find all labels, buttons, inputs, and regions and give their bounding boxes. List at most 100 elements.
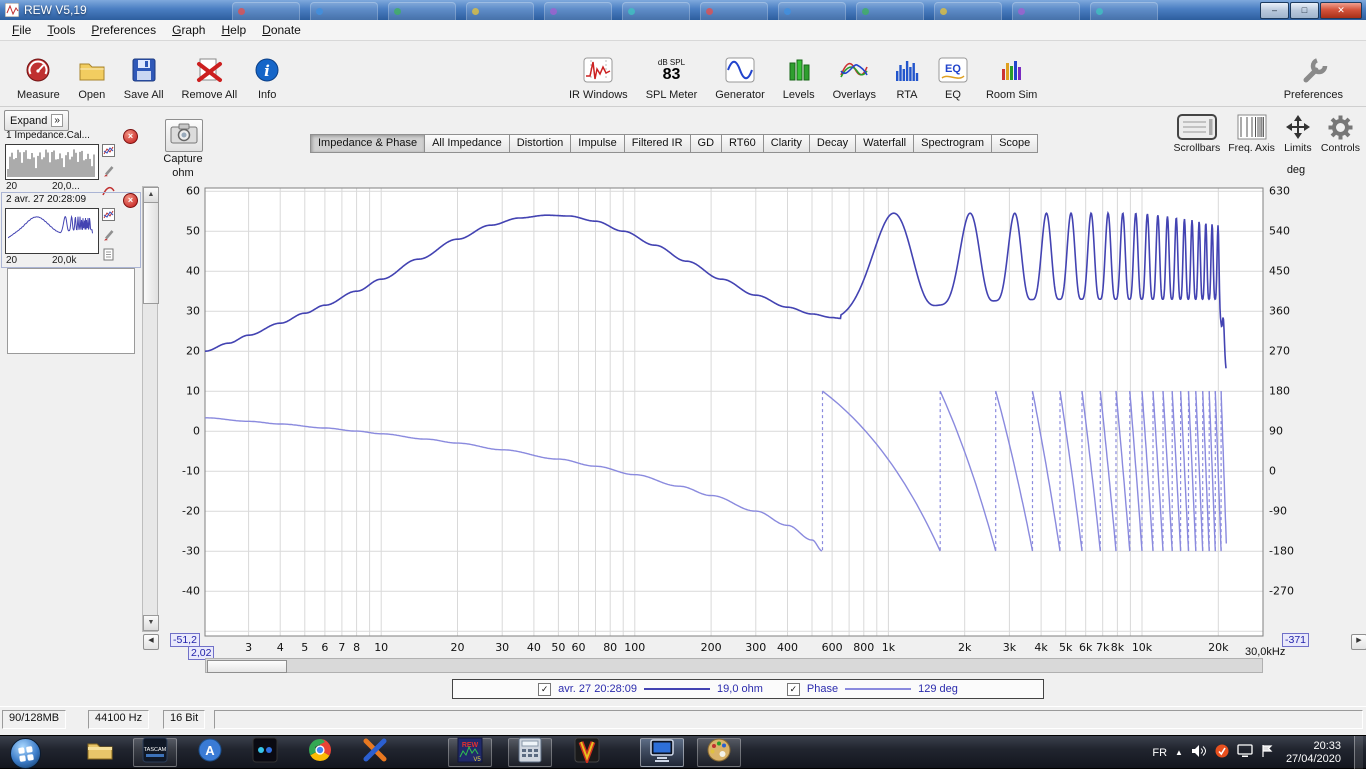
graph-h-scrollbar[interactable] (205, 658, 1263, 673)
measurement-item[interactable]: 1 Impedance.Cal... × 20 20,0... (2, 129, 140, 196)
measurement-actions (102, 208, 115, 266)
hidden-icons-arrow[interactable]: ▲ (1175, 748, 1183, 757)
ghost-tab-favicon (1018, 8, 1025, 15)
taskbar-calculator-button[interactable] (508, 737, 552, 767)
measurement-thumbnail[interactable] (5, 208, 99, 254)
limits-button[interactable]: Limits (1283, 112, 1313, 154)
eq-button[interactable]: EQ EQ (938, 46, 968, 101)
mini-chart-icon[interactable] (102, 144, 115, 162)
open-button[interactable]: Open (78, 46, 106, 101)
sidebar-scrollbar[interactable]: ▲ ▼ (142, 186, 159, 632)
taskbar-tascam-button[interactable]: TASCAM (133, 737, 177, 767)
info-button[interactable]: i Info (255, 46, 279, 101)
y-axis-min-right-value[interactable]: -371 (1282, 633, 1310, 647)
capture-button[interactable] (165, 119, 203, 152)
generator-button[interactable]: Generator (715, 46, 765, 101)
start-button[interactable] (10, 738, 41, 769)
pencil-icon[interactable] (102, 228, 115, 246)
right-axis-unit: deg (1286, 164, 1306, 176)
tab-gd[interactable]: GD (690, 134, 723, 153)
tab-distortion[interactable]: Distortion (509, 134, 572, 153)
notes-box[interactable] (7, 268, 135, 354)
scroll-up-arrow[interactable]: ▲ (143, 187, 159, 203)
tab-scope[interactable]: Scope (992, 134, 1039, 153)
measurement-item[interactable]: 2 avr. 27 20:28:09 × 20 20,0k (1, 192, 141, 268)
taskbar-chrome-button[interactable] (298, 738, 342, 767)
controls-button[interactable]: Controls (1321, 112, 1360, 154)
x-scroll-right-button[interactable]: ▶ (1351, 634, 1366, 650)
phase-checkbox[interactable]: ✓ (786, 682, 800, 696)
right-tick-label: -270 (1269, 585, 1294, 598)
taskbar-display-button[interactable] (640, 738, 684, 767)
scrollbars-button[interactable]: Scrollbars (1173, 112, 1221, 154)
mini-chart-icon[interactable] (102, 208, 115, 226)
freq-axis-button[interactable]: Freq. Axis (1228, 112, 1275, 154)
tray-date: 27/04/2020 (1285, 752, 1341, 765)
tab-all-impedance[interactable]: All Impedance (425, 134, 510, 153)
taskbar-v-app-button[interactable] (565, 737, 609, 767)
notes-icon[interactable] (102, 248, 115, 266)
x-scroll-left-button[interactable]: ◀ (143, 634, 159, 650)
measurement-thumbnail[interactable] (5, 144, 99, 180)
tab-impedance-phase[interactable]: Impedance & Phase (310, 134, 426, 153)
tab-decay[interactable]: Decay (809, 134, 857, 153)
menu-graph[interactable]: Graph (164, 21, 213, 39)
taskbar-rew-button[interactable]: REW V5 (448, 737, 492, 767)
tab-filtered-ir[interactable]: Filtered IR (624, 134, 691, 153)
expand-button[interactable]: Expand » (4, 110, 69, 131)
plot-area[interactable]: 3 4 5 6 7 8 10 20 30 40 50 60 80 100 200 300 400 600 800 1k… (160, 180, 1320, 662)
rta-button[interactable]: RTA (894, 46, 920, 101)
taskbar-aimp-button[interactable]: A (188, 738, 232, 767)
menu-file[interactable]: File (4, 21, 39, 39)
taskbar-explorer-button[interactable] (78, 738, 122, 767)
window-controls: – □ ✕ (1260, 2, 1362, 19)
menu-donate[interactable]: Donate (254, 21, 309, 39)
tab-waterfall[interactable]: Waterfall (856, 134, 915, 153)
measure-button[interactable]: Measure (17, 46, 60, 101)
tab-rt60[interactable]: RT60 (722, 134, 764, 153)
spl-meter-button[interactable]: dB SPL 83 SPL Meter (646, 46, 698, 102)
y-axis-min-left-value[interactable]: -51,2 (170, 633, 200, 647)
menu-preferences[interactable]: Preferences (83, 21, 164, 39)
rew-window: REW V5,19 – □ ✕ File Tools Preferences Graph H… (0, 0, 1366, 736)
ir-windows-button[interactable]: IR Windows (569, 46, 628, 101)
tab-clarity[interactable]: Clarity (763, 134, 810, 153)
taskbar-clock[interactable]: 20:33 27/04/2020 (1286, 740, 1341, 765)
taskbar-dots-app-button[interactable] (243, 737, 287, 767)
minimize-button[interactable]: – (1260, 2, 1289, 19)
save-all-button[interactable]: Save All (124, 46, 164, 101)
x-tick-label: 10k (1132, 641, 1153, 654)
series-checkbox[interactable]: ✓ (538, 682, 552, 696)
menu-tools[interactable]: Tools (39, 21, 83, 39)
show-desktop-button[interactable] (1354, 736, 1363, 769)
maximize-button[interactable]: □ (1290, 2, 1319, 19)
pencil-icon[interactable] (102, 164, 115, 182)
background-browser-tabs (232, 2, 1242, 20)
scroll-down-arrow[interactable]: ▼ (143, 615, 159, 631)
tab-spectrogram[interactable]: Spectrogram (914, 134, 993, 153)
graph-tool-label: Limits (1284, 142, 1312, 154)
remove-all-button[interactable]: Remove All (182, 46, 237, 101)
graph-tool-label: Scrollbars (1173, 142, 1221, 154)
action-center-flag-icon[interactable] (1261, 744, 1273, 761)
levels-button[interactable]: Levels (783, 46, 815, 101)
title-bar[interactable]: REW V5,19 – □ ✕ (0, 0, 1366, 20)
room-sim-button[interactable]: Room Sim (986, 46, 1037, 101)
volume-icon[interactable] (1191, 744, 1207, 761)
close-measurement-button[interactable]: × (123, 129, 138, 144)
overlays-icon (839, 51, 869, 89)
preferences-button[interactable]: Preferences (1284, 46, 1343, 101)
v-scroll-thumb[interactable] (143, 202, 159, 304)
taskbar-paint-button[interactable] (697, 738, 741, 767)
close-measurement-button[interactable]: × (123, 193, 138, 208)
main-toolbar: Measure Open Save All Remove All i Info IR Wi… (0, 41, 1366, 107)
close-button[interactable]: ✕ (1320, 2, 1362, 19)
taskbar-x-app-button[interactable] (353, 738, 397, 767)
antivirus-tray-icon[interactable] (1215, 744, 1229, 761)
h-scroll-thumb[interactable] (207, 660, 287, 673)
overlays-button[interactable]: Overlays (833, 46, 876, 101)
tab-impulse[interactable]: Impulse (571, 134, 625, 153)
tray-language[interactable]: FR (1152, 747, 1167, 759)
menu-help[interactable]: Help (213, 21, 254, 39)
display-tray-icon[interactable] (1237, 744, 1253, 761)
